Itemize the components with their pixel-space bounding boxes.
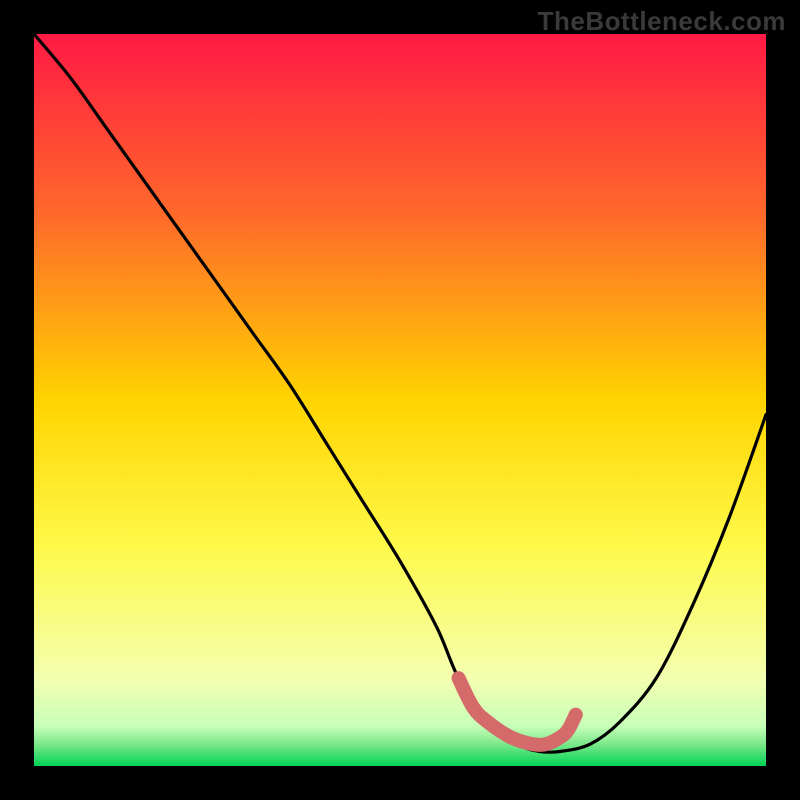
watermark-text: TheBottleneck.com xyxy=(538,6,786,37)
plot-background xyxy=(34,34,766,766)
optimal-end-marker xyxy=(569,708,583,722)
chart-svg xyxy=(0,0,800,800)
chart-container: { "watermark": "TheBottleneck.com", "cha… xyxy=(0,0,800,800)
